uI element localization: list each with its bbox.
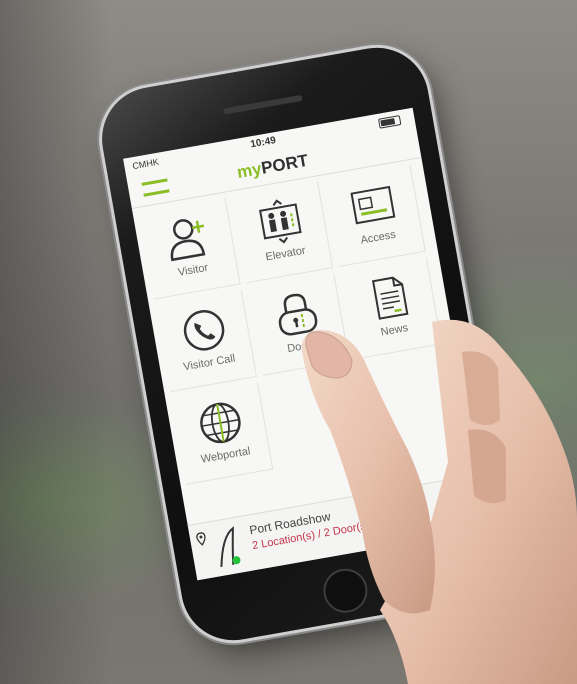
tile-webportal[interactable]: Webportal xyxy=(171,382,274,485)
elevator-icon xyxy=(258,199,302,244)
tile-elevator[interactable]: Elevator xyxy=(231,181,334,284)
app-title: myPORT xyxy=(236,151,310,183)
tile-label: Doors xyxy=(286,338,318,356)
carrier-label: CMHK xyxy=(131,156,160,172)
clock-time: 10:49 xyxy=(249,135,277,151)
location-footer[interactable]: Port Roadshow 2 Location(s) / 2 Door(s) xyxy=(187,474,487,581)
app-title-prefix: my xyxy=(235,159,264,183)
id-card-icon xyxy=(349,185,395,225)
background-shade xyxy=(0,0,110,684)
add-person-icon xyxy=(170,219,205,262)
tile-label: Webportal xyxy=(200,445,252,466)
hamburger-menu-icon[interactable] xyxy=(141,178,170,197)
tile-visitor-call[interactable]: Visitor Call xyxy=(155,290,257,393)
tile-label: News xyxy=(379,321,410,339)
document-icon xyxy=(371,276,408,320)
earpiece-speaker xyxy=(222,94,303,115)
tile-doors[interactable]: Doors xyxy=(247,273,350,376)
tile-access[interactable]: Access xyxy=(323,164,426,267)
tile-label: Elevator xyxy=(264,244,307,264)
phone-icon xyxy=(183,310,224,351)
phone-screen: CMHK 10:49 myPORT Visitor Elevator Acces… xyxy=(123,107,487,581)
globe-icon xyxy=(199,402,241,444)
tile-news[interactable]: News xyxy=(340,257,443,360)
tile-label: Access xyxy=(359,228,397,247)
front-camera-icon xyxy=(190,110,201,122)
tile-label: Visitor Call xyxy=(182,352,237,374)
padlock-icon xyxy=(278,293,317,336)
photo-frame: CMHK 10:49 myPORT Visitor Elevator Acces… xyxy=(0,0,577,684)
tile-label: Visitor xyxy=(177,261,210,279)
home-button[interactable] xyxy=(319,565,371,617)
app-title-suffix: PORT xyxy=(259,150,310,178)
battery-icon xyxy=(378,115,402,129)
location-pin-icon xyxy=(196,532,206,546)
tile-visitor[interactable]: Visitor xyxy=(138,197,241,300)
port-logo-icon xyxy=(220,526,241,567)
